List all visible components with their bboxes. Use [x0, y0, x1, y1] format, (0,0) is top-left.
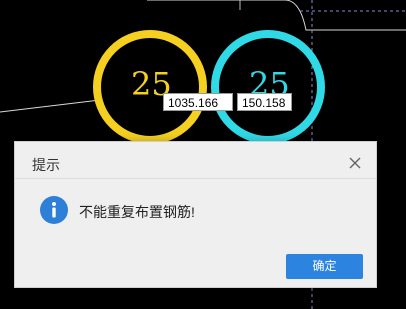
message-dialog: 提示 不能重复布置钢筋! 确定 [14, 141, 377, 288]
dialog-divider [15, 178, 376, 179]
dialog-message: 不能重复布置钢筋! [79, 204, 195, 220]
dialog-title: 提示 [32, 157, 60, 173]
coordinate-x-input[interactable]: 1035.166 [163, 93, 233, 111]
coordinate-y-input[interactable]: 150.158 [237, 93, 292, 111]
boundary-outline-lower [0, 99, 101, 113]
boundary-outline [147, 0, 406, 31]
info-icon [40, 196, 68, 224]
close-icon[interactable] [348, 155, 362, 169]
ok-button[interactable]: 确定 [286, 254, 363, 279]
